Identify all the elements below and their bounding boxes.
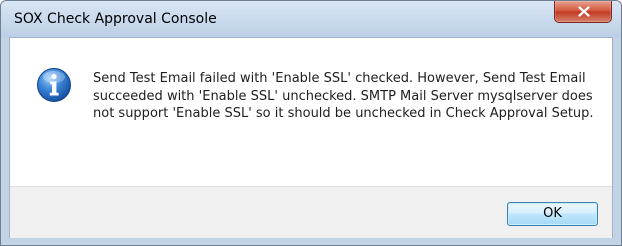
dialog-message: Send Test Email failed with 'Enable SSL'… [93, 71, 594, 121]
dialog-content: Send Test Email failed with 'Enable SSL'… [9, 37, 613, 238]
information-icon [37, 68, 71, 102]
ok-button[interactable]: OK [507, 202, 598, 226]
dialog-window: SOX Check Approval Console Send Test Ema… [0, 0, 622, 246]
window-title: SOX Check Approval Console [14, 11, 217, 27]
title-bar[interactable]: SOX Check Approval Console [1, 1, 621, 37]
close-icon [578, 6, 590, 17]
close-button[interactable] [554, 1, 612, 23]
button-bar: OK [10, 186, 612, 238]
